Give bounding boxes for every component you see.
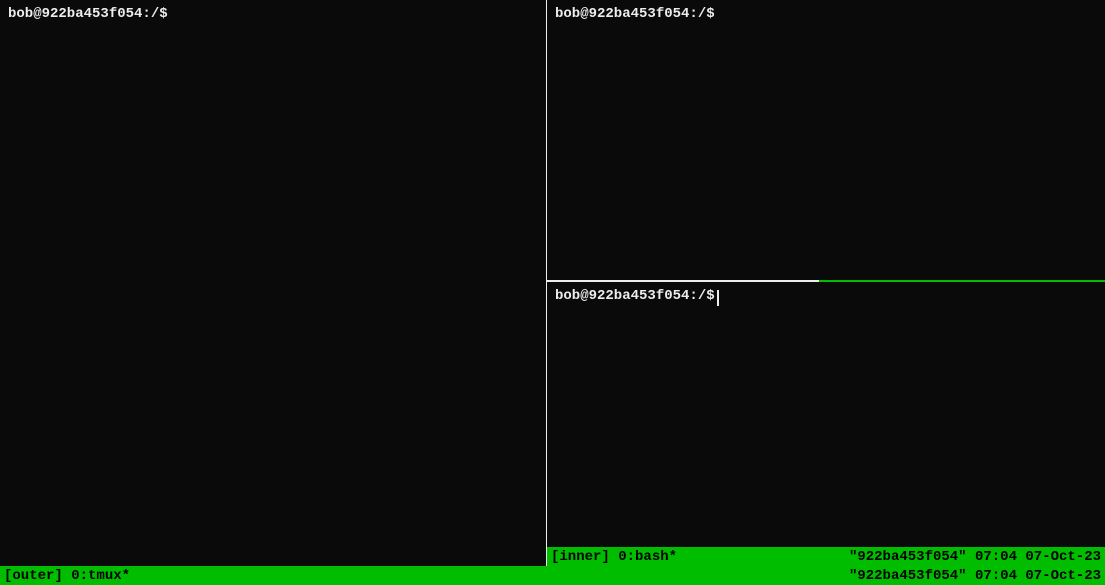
inner-status-left: [inner] 0:bash* (551, 549, 677, 565)
prompt-text: bob@922ba453f054:/$ (555, 288, 715, 304)
cursor (717, 290, 719, 306)
outer-panes-container: bob@922ba453f054:/$ bob@922ba453f054:/$ … (0, 0, 1105, 566)
prompt-text: bob@922ba453f054:/$ (8, 6, 168, 22)
inner-tmux-status-bar: [inner] 0:bash* "922ba453f054" 07:04 07-… (547, 547, 1105, 566)
right-top-pane[interactable]: bob@922ba453f054:/$ (547, 0, 1105, 280)
right-side-container: bob@922ba453f054:/$ bob@922ba453f054:/$ … (547, 0, 1105, 566)
left-pane[interactable]: bob@922ba453f054:/$ (0, 0, 546, 566)
right-bottom-pane[interactable]: bob@922ba453f054:/$ (547, 282, 1105, 547)
inner-status-right: "922ba453f054" 07:04 07-Oct-23 (849, 549, 1101, 565)
outer-tmux-status-bar: [outer] 0:tmux* "922ba453f054" 07:04 07-… (0, 566, 1105, 585)
inner-tmux-session: bob@922ba453f054:/$ [inner] 0:bash* "922… (547, 282, 1105, 566)
prompt-text: bob@922ba453f054:/$ (555, 6, 715, 22)
outer-status-right: "922ba453f054" 07:04 07-Oct-23 (849, 568, 1101, 584)
tmux-outer-session: bob@922ba453f054:/$ bob@922ba453f054:/$ … (0, 0, 1105, 585)
outer-status-left: [outer] 0:tmux* (4, 568, 130, 584)
